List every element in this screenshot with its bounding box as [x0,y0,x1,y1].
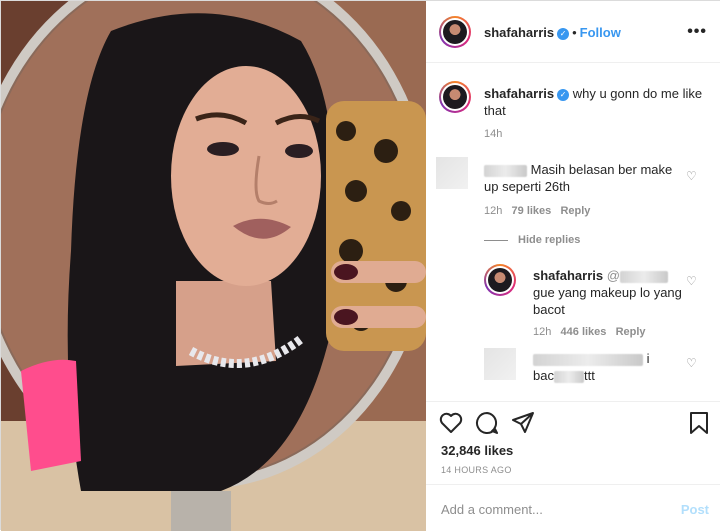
share-icon[interactable] [511,411,535,435]
blurred-username[interactable] [484,164,527,177]
header-user-line: shafaharris ✓ • Follow [484,25,621,40]
verified-badge-icon: ✓ [557,88,570,101]
replies-line [484,239,508,241]
blurred-username[interactable] [533,353,643,366]
reply-1-text: gue yang makeup lo yang bacot [533,285,682,317]
mirror-selfie-illustration [1,1,426,531]
reply-like-heart-icon[interactable]: ♡ [686,274,697,288]
bookmark-icon[interactable] [688,411,710,435]
reply-2-text-end: ttt [583,368,595,383]
comment-1-reply-button[interactable]: Reply [560,205,590,217]
post-comment-button[interactable]: Post [681,502,709,517]
comment-1-time: 12h [484,205,503,217]
reply-avatar[interactable] [484,264,516,296]
reply-1-username[interactable]: shafaharris [533,268,603,283]
comment-like-heart-icon[interactable]: ♡ [686,169,697,183]
follow-button[interactable]: Follow [580,25,621,40]
post-actions: 32,846 likes 14 HOURS AGO [426,401,720,483]
reply-1-mention-prefix[interactable]: @ [607,268,620,283]
comment-icon[interactable] [475,411,499,435]
reply-1-time: 12h [533,326,552,338]
add-comment-input[interactable]: Add a comment... [441,502,543,517]
reply-2-text-part: bac [533,368,554,383]
blurred-text [553,370,584,383]
caption-time: 14h [484,128,503,140]
header-username[interactable]: shafaharris [484,25,554,40]
reply-2: i bac ttt [533,350,683,384]
reply-1-likes[interactable]: 446 likes [561,326,607,338]
post-details-panel: shafaharris ✓ • Follow ••• shafaharris ✓ why… [426,1,720,531]
heart-icon[interactable] [439,412,463,434]
hide-replies-label: Hide replies [518,234,581,246]
reply-2-avatar[interactable] [484,348,516,380]
comment-1-likes[interactable]: 79 likes [512,205,552,217]
instagram-post-window: shafaharris ✓ • Follow ••• shafaharris ✓ why… [0,0,720,531]
post-photo[interactable] [1,1,426,531]
caption-avatar[interactable] [439,81,471,113]
comments-list: shafaharris ✓ why u gonn do me like that … [426,64,720,400]
profile-avatar[interactable] [439,16,471,48]
separator-dot: • [572,25,577,40]
reply-1-reply-button[interactable]: Reply [616,326,646,338]
post-timestamp[interactable]: 14 HOURS AGO [441,465,512,475]
commenter-avatar[interactable] [436,157,468,189]
verified-badge-icon: ✓ [557,27,570,40]
caption: shafaharris ✓ why u gonn do me like that [484,85,706,119]
more-options-icon[interactable]: ••• [687,23,707,41]
reply-1: shafaharris @ gue yang makeup lo yang ba… [533,267,683,318]
reply-2-suffix: i [646,351,650,366]
comment-1-meta: 12h 79 likes Reply [484,205,590,217]
reply-1-meta: 12h 446 likes Reply [533,326,646,338]
post-header: shafaharris ✓ • Follow ••• [426,1,720,63]
caption-username[interactable]: shafaharris [484,86,554,101]
comment-1: Masih belasan ber make up seperti 26th [484,161,684,195]
blurred-mention[interactable] [619,270,668,283]
reply-2-like-heart-icon[interactable]: ♡ [686,356,697,370]
hide-replies-toggle[interactable]: Hide replies [484,234,580,246]
likes-count[interactable]: 32,846 likes [441,443,513,458]
add-comment-bar: Add a comment... Post [426,484,720,531]
